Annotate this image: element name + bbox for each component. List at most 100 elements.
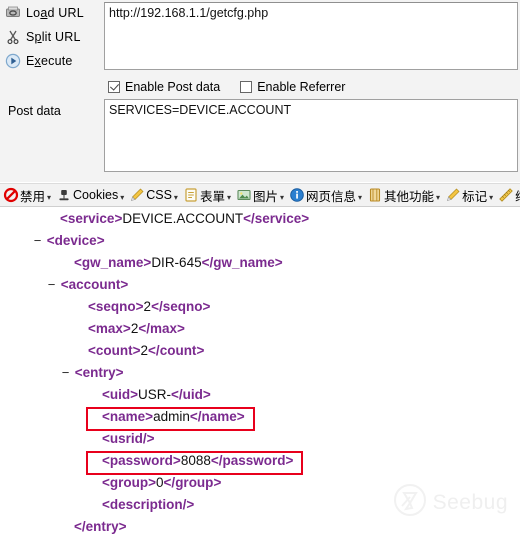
xml-bracket: > [120, 277, 129, 292]
xml-line: <seqno>2</seqno> [0, 296, 520, 318]
toolbar-item-page-info[interactable]: 网页信息 ▾ [288, 185, 363, 205]
web-developer-toolbar: 禁用 ▾ Cookies ▾ CSS ▾ 表單 ▾ 图片 ▾ 网页信息 ▾ 其他… [0, 183, 520, 207]
xml-node: <seqno>2</seqno> [88, 299, 210, 314]
xml-bracket: > [130, 387, 139, 402]
xml-node: <max>2</max> [88, 321, 185, 336]
load-url-button[interactable]: Load URL [0, 2, 104, 24]
toolbar-label-css: CSS [146, 188, 172, 202]
execute-button[interactable]: Execute [0, 50, 104, 72]
xml-bracket: > [213, 475, 222, 490]
collapse-toggle-icon[interactable]: − [60, 362, 71, 384]
xml-bracket: </ [201, 255, 214, 270]
toolbar-item-misc[interactable]: 其他功能 ▾ [366, 185, 441, 205]
hackbar-action-list: Load URL Split URL Execute [0, 2, 104, 74]
xml-bracket: > [202, 299, 211, 314]
ruler-icon [498, 187, 514, 203]
pencil-icon [129, 187, 145, 203]
xml-tag-name: gw_name [81, 255, 144, 270]
chevron-down-icon: ▾ [358, 192, 363, 202]
xml-node: </entry> [74, 519, 127, 534]
toolbar-item-disable[interactable]: 禁用 ▾ [2, 185, 52, 205]
xml-line: − <device> [0, 230, 520, 252]
toolbar-item-css[interactable]: CSS ▾ [128, 185, 179, 205]
collapse-toggle-icon[interactable]: − [32, 230, 43, 252]
xml-tag-name: name [201, 409, 237, 424]
xml-line: <uid>USR-</uid> [0, 384, 520, 406]
watermark: Seebug [393, 483, 508, 522]
xml-text-value: 2 [143, 299, 152, 314]
xml-bracket: </ [148, 343, 160, 358]
xml-bracket: </ [243, 211, 255, 226]
enable-referrer-checkbox[interactable]: Enable Referrer [240, 80, 345, 94]
xml-line: <count>2</count> [0, 340, 520, 362]
enable-post-data-checkbox[interactable]: Enable Post data [108, 80, 220, 94]
toolbar-label-forms: 表單 [199, 189, 225, 204]
checkbox-unchecked-icon[interactable] [240, 81, 253, 93]
xml-tag-name: service [67, 211, 115, 226]
disable-icon [3, 187, 19, 203]
xml-node: <gw_name>DIR-645</gw_name> [74, 255, 283, 270]
xml-text-value: 8088 [180, 453, 211, 468]
toolbar-item-outline[interactable]: 标记 ▾ [444, 185, 494, 205]
xml-tag-name: count [95, 343, 133, 358]
xml-node: <name>admin</name> [102, 409, 245, 424]
form-icon [183, 187, 199, 203]
toolbar-item-images[interactable]: 图片 ▾ [235, 185, 285, 205]
chevron-down-icon: ▾ [226, 192, 231, 202]
xml-bracket: < [74, 365, 83, 380]
xml-bracket: < [102, 497, 110, 512]
xml-bracket: > [122, 321, 131, 336]
checkbox-checked-icon[interactable] [108, 81, 120, 93]
image-icon [236, 187, 252, 203]
xml-tag-name: name [109, 409, 146, 424]
xml-tag-name: account [68, 277, 121, 292]
xml-bracket: < [88, 321, 96, 336]
xml-bracket: > [196, 343, 205, 358]
xml-tag-name: password [222, 453, 286, 468]
xml-bracket: < [102, 453, 110, 468]
xml-bracket: > [177, 321, 185, 336]
split-url-button[interactable]: Split URL [0, 26, 104, 48]
xml-tag-name: group [109, 475, 149, 490]
xml-node: <device> [47, 233, 105, 248]
toolbar-item-cookies[interactable]: Cookies ▾ [55, 185, 125, 205]
toolbar-item-resize[interactable]: 缩放 ▾ [497, 185, 520, 205]
xml-bracket: > [202, 387, 211, 402]
xml-node: <password>8088</password> [102, 453, 293, 468]
info-icon [289, 187, 305, 203]
xml-bracket: </ [74, 519, 86, 534]
xml-bracket: > [135, 299, 144, 314]
xml-tag-name: max [149, 321, 177, 336]
xml-line: <gw_name>DIR-645</gw_name> [0, 252, 520, 274]
xml-tag-name: seqno [95, 299, 136, 314]
xml-bracket: < [60, 277, 69, 292]
toolbar-label-misc: 其他功能 [384, 189, 435, 204]
xml-text-value: DEVICE.ACCOUNT [122, 211, 244, 226]
url-input[interactable]: http://192.168.1.1/getcfg.php [104, 2, 518, 70]
xml-bracket: > [172, 453, 181, 468]
watermark-text: Seebug [432, 490, 508, 514]
xml-line: <password>8088</password> [0, 450, 520, 472]
xml-tag-name: seqno [162, 299, 203, 314]
xml-tag-name: entry [82, 365, 116, 380]
split-url-label: Split URL [26, 30, 81, 44]
chevron-down-icon: ▾ [47, 192, 52, 202]
collapse-toggle-icon[interactable]: − [46, 274, 57, 296]
xml-bracket: < [88, 343, 96, 358]
xml-node: <group>0</group> [102, 475, 221, 490]
xml-text-value: DIR-645 [151, 255, 202, 270]
post-data-input[interactable]: SERVICES=DEVICE.ACCOUNT [104, 99, 518, 172]
xml-text-value: 2 [140, 343, 149, 358]
xml-bracket: > [236, 409, 245, 424]
xml-bracket: </ [171, 387, 183, 402]
load-url-label: Load URL [26, 6, 84, 20]
seebug-logo-icon [393, 483, 427, 522]
post-data-label: Post data [8, 104, 61, 118]
xml-tag-name: service [254, 211, 302, 226]
chevron-down-icon: ▾ [120, 192, 125, 202]
xml-bracket: < [102, 387, 110, 402]
xml-tag-name: uid [109, 387, 131, 402]
toolbar-item-forms[interactable]: 表單 ▾ [182, 185, 232, 205]
xml-line: <usrid/> [0, 428, 520, 450]
chevron-down-icon: ▾ [436, 192, 441, 202]
